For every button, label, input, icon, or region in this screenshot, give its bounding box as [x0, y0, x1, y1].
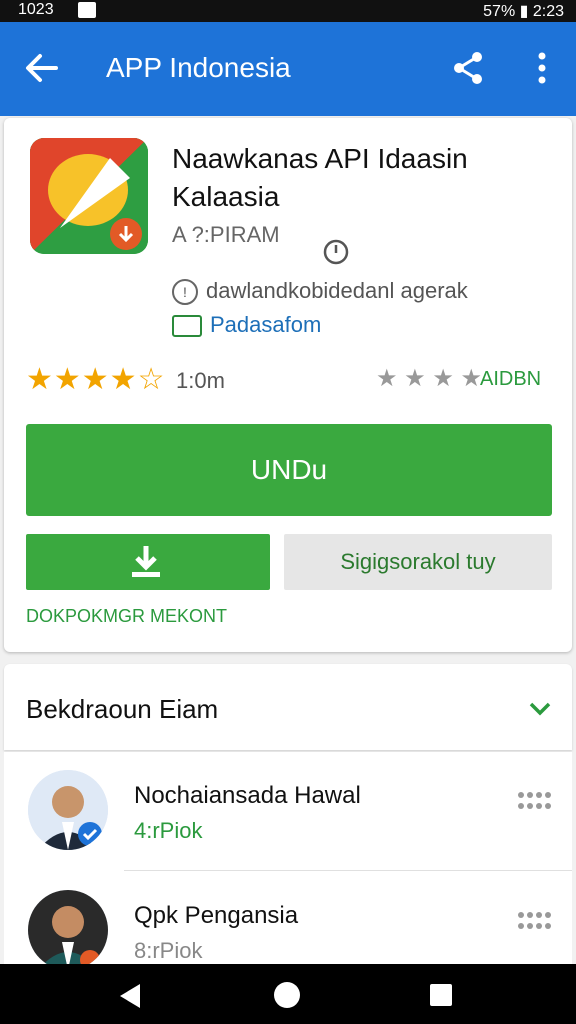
secondary-button[interactable]: Sigigsorаkol tuy — [284, 534, 552, 590]
rating-label: AIDBN — [480, 368, 542, 390]
app-bar-title: APP Indonesia — [106, 52, 291, 83]
chevron-down-icon — [529, 702, 551, 716]
info-text: dawlandkobidedanl agerak — [206, 278, 468, 303]
rating-count: 1:0m — [176, 368, 225, 393]
review-list: Nochaiansada Hawal 4:rPiok Qpk Pengansia… — [4, 752, 572, 970]
notification-icon — [78, 2, 96, 18]
list-item-name: Qpk Pengansia — [134, 902, 299, 929]
developer-name[interactable]: A ?:PIRAM — [172, 222, 280, 248]
install-button[interactable]: UNDu — [26, 424, 552, 516]
list-item-name: Nochaiansada Hawal — [134, 782, 361, 809]
platform-text: Padasafom — [210, 312, 322, 337]
list-item[interactable]: Nochaiansada Hawal 4:rPiok — [4, 752, 572, 871]
platform-icon — [172, 315, 202, 338]
list-item-meta: 8:rPiok — [134, 938, 203, 963]
back-arrow-icon[interactable] — [22, 48, 62, 88]
nav-back-icon[interactable] — [116, 982, 144, 1010]
rating-stars: ★★★★☆ — [26, 363, 166, 396]
download-icon — [132, 546, 160, 577]
app-bar: APP Indonesia — [0, 22, 576, 116]
more-vert-icon[interactable] — [530, 50, 554, 86]
list-item-meta: 4:rPiok — [134, 818, 203, 843]
info-icon: ! — [172, 279, 198, 306]
status-right: 57% ▮ 2:23 — [483, 3, 564, 20]
rating-stars-small: ★ ★ ★ ★ — [376, 365, 483, 392]
app-info: ! dawlandkobidedanl agerak — [172, 278, 468, 306]
more-horiz-icon[interactable] — [516, 790, 552, 812]
status-bar: 1023 57% ▮ 2:23 — [0, 0, 576, 22]
share-icon[interactable] — [450, 50, 486, 86]
status-time: 1023 — [18, 1, 54, 18]
app-detail-card: Naawkanas API Idaasin Kalaasia A ?:PIRAM… — [4, 118, 572, 652]
clock-icon — [323, 239, 349, 265]
section-title: Bekdraoun Eiam — [26, 694, 219, 724]
avatar — [28, 890, 108, 970]
avatar — [28, 770, 108, 850]
system-nav-bar — [0, 964, 576, 1024]
app-title: Naawkanas API Idaasin Kalaasia — [172, 143, 468, 212]
nav-home-icon[interactable] — [272, 980, 302, 1010]
download-button[interactable] — [26, 534, 270, 590]
app-icon — [30, 138, 148, 254]
nav-recents-icon[interactable] — [428, 982, 454, 1008]
more-horiz-icon[interactable] — [516, 910, 552, 932]
section-header[interactable]: Bekdraoun Eiam — [4, 664, 572, 750]
platform-link[interactable]: Padasafom — [172, 312, 321, 338]
more-info-link[interactable]: DOKPOKMGR MEKONT — [26, 606, 227, 627]
divider — [124, 870, 572, 871]
